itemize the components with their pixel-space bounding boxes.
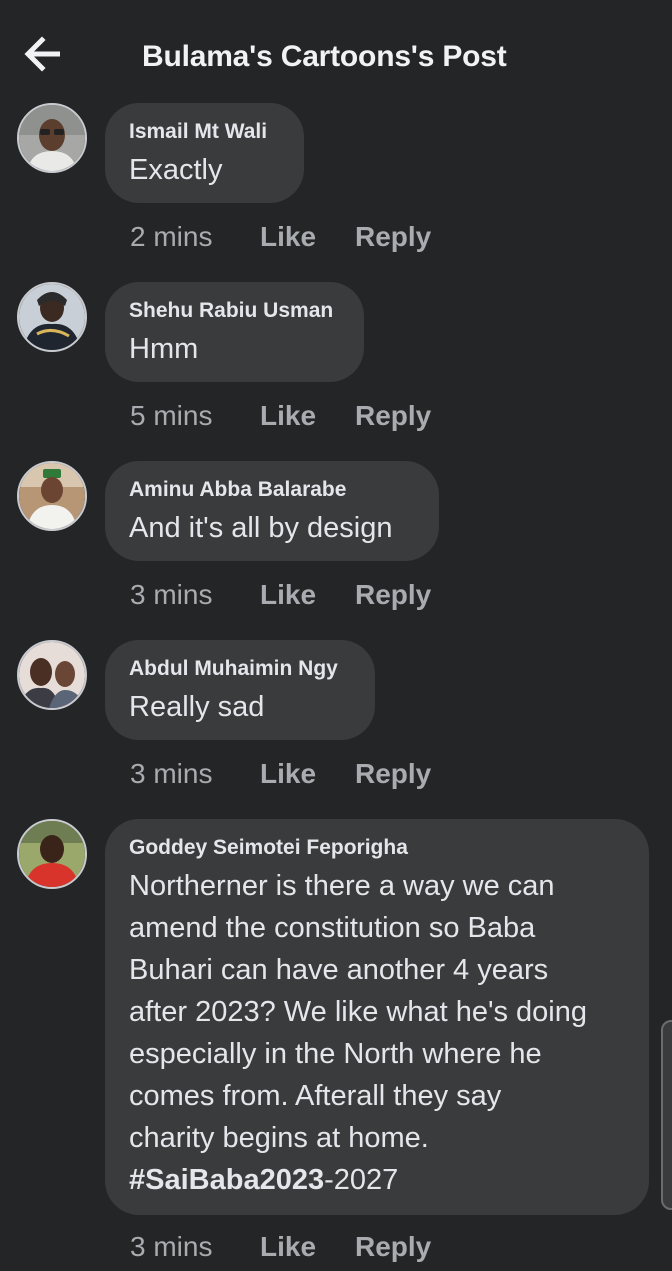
comment-author[interactable]: Goddey Seimotei Feporigha — [129, 835, 625, 861]
comment-timestamp[interactable]: 3 mins — [130, 1231, 260, 1263]
back-button[interactable] — [22, 36, 66, 72]
like-button[interactable]: Like — [260, 221, 355, 253]
top-bar: Bulama's Cartoons's Post — [0, 0, 672, 100]
like-button[interactable]: Like — [260, 758, 355, 790]
comment-bubble[interactable]: Abdul Muhaimin Ngy Really sad — [105, 640, 375, 740]
comment-timestamp[interactable]: 3 mins — [130, 758, 260, 790]
comment-meta: 3 mins Like Reply — [130, 1231, 431, 1263]
comment-text-line: comes from. Afterall they say — [129, 1080, 502, 1112]
comment-text-line: amend the constitution so Baba — [129, 912, 536, 944]
comment-text: And it's all by design — [129, 512, 393, 544]
hashtag-suffix: -2027 — [324, 1164, 399, 1196]
page-title: Bulama's Cartoons's Post — [142, 40, 507, 73]
comment-text: Really sad — [129, 691, 265, 723]
comment-meta: 3 mins Like Reply — [130, 758, 431, 790]
post-comments-screen: Bulama's Cartoons's Post Ismail Mt Wali … — [0, 0, 672, 1271]
comment-bubble[interactable]: Goddey Seimotei Feporigha Northerner is … — [105, 819, 649, 1215]
like-button[interactable]: Like — [260, 579, 355, 611]
comment-text-line: charity begins at home. — [129, 1122, 429, 1154]
reply-button[interactable]: Reply — [355, 579, 431, 611]
reply-button[interactable]: Reply — [355, 1231, 431, 1263]
like-button[interactable]: Like — [260, 400, 355, 432]
comment-bubble[interactable]: Shehu Rabiu Usman Hmm — [105, 282, 364, 382]
side-scroll-handle[interactable] — [661, 1020, 672, 1210]
comment-text: Exactly — [129, 154, 223, 186]
comment-text: Northerner is there a way we can amend t… — [129, 865, 625, 1201]
comment-text-line: especially in the North where he — [129, 1038, 542, 1070]
comment-author[interactable]: Shehu Rabiu Usman — [129, 298, 340, 324]
comment-author[interactable]: Aminu Abba Balarabe — [129, 477, 415, 503]
comment-bubble[interactable]: Ismail Mt Wali Exactly — [105, 103, 304, 203]
like-button[interactable]: Like — [260, 1231, 355, 1263]
avatar[interactable] — [17, 461, 87, 531]
comment-text-line: #SaiBaba2023-2027 — [129, 1159, 625, 1201]
comment-text-line: Buhari can have another 4 years — [129, 954, 549, 986]
comment-timestamp[interactable]: 5 mins — [130, 400, 260, 432]
hashtag-link[interactable]: #SaiBaba2023 — [129, 1164, 324, 1196]
comment-timestamp[interactable]: 3 mins — [130, 579, 260, 611]
comment-text: Hmm — [129, 333, 199, 365]
comment-text-line: after 2023? We like what he's doing — [129, 996, 588, 1028]
comment-author[interactable]: Abdul Muhaimin Ngy — [129, 656, 351, 682]
reply-button[interactable]: Reply — [355, 400, 431, 432]
avatar[interactable] — [17, 640, 87, 710]
comment-meta: 2 mins Like Reply — [130, 221, 431, 253]
comment-text-line: Northerner is there a way we can — [129, 870, 555, 902]
comment-timestamp[interactable]: 2 mins — [130, 221, 260, 253]
avatar[interactable] — [17, 103, 87, 173]
comment-bubble[interactable]: Aminu Abba Balarabe And it's all by desi… — [105, 461, 439, 561]
avatar[interactable] — [17, 282, 87, 352]
comment-author[interactable]: Ismail Mt Wali — [129, 119, 280, 145]
arrow-left-icon — [24, 36, 60, 72]
avatar[interactable] — [17, 819, 87, 889]
reply-button[interactable]: Reply — [355, 758, 431, 790]
comment-meta: 3 mins Like Reply — [130, 579, 431, 611]
reply-button[interactable]: Reply — [355, 221, 431, 253]
comment-meta: 5 mins Like Reply — [130, 400, 431, 432]
